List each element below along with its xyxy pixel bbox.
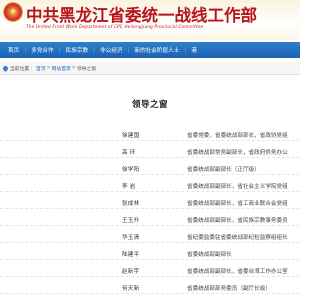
- leader-row: 徐学阳 省委统战部副部长（正厅级）: [0, 162, 300, 175]
- site-subtitle: The United Front Work Department of CPC …: [26, 24, 204, 29]
- leader-title: 省纪委监委驻省委统战部纪检监察组组长: [187, 235, 288, 241]
- nav-item-hk-macao-taiwan[interactable]: 港: [191, 46, 197, 54]
- leader-name[interactable]: 陆建平: [122, 250, 152, 258]
- leader-row: 李 岩 省委统战部副部长，省社会主义学院党组: [0, 179, 300, 192]
- main-nav: 首页 | 多党合作 | 民族宗教 | 非公经济 | 新的社会阶层人士 | 港: [0, 42, 300, 58]
- leader-row: 陆建平 省委统战部副部长: [0, 247, 300, 260]
- leader-title: 省委统战部副部长（正厅级）: [187, 167, 260, 173]
- leader-name[interactable]: 高 环: [122, 148, 152, 156]
- leader-title: 省委常委，省委统战部部长，省政协党组: [187, 133, 288, 139]
- leader-name[interactable]: 王玉升: [122, 216, 152, 224]
- page-title: 领导之窗: [131, 100, 168, 110]
- leader-name[interactable]: 张成林: [122, 199, 152, 207]
- nav-separator: |: [127, 46, 130, 54]
- leader-title: 省委统战部部务委员（副厅长级）: [187, 286, 271, 292]
- leader-title: 省委统战部副部长，省委台湾工作办公室: [187, 269, 288, 275]
- nav-separator: |: [184, 46, 187, 54]
- breadcrumb-home[interactable]: 首页: [36, 65, 46, 72]
- nav-item-home[interactable]: 首页: [8, 46, 19, 54]
- leader-name[interactable]: 何天新: [122, 284, 152, 292]
- breadcrumb: 当前位置： 首页 > 网站首页 > 领导之窗: [0, 62, 300, 75]
- site-header: ★ 中共黑龙江省委统一战线工作部 The United Front Work D…: [0, 0, 300, 40]
- leader-row: 张成林 省委统战部副部长，省工商业联合会党组: [0, 196, 300, 209]
- nav-item-multiparty-cooperation[interactable]: 多党合作: [31, 46, 53, 54]
- leader-row: 高 环 省委统战部常务副部长，省政府侨务办公: [0, 145, 300, 158]
- breadcrumb-current: 领导之窗: [76, 66, 97, 72]
- leader-row: 王玉升 省委统战部副部长，省民族宗教事务委员: [0, 213, 300, 226]
- leader-title: 省委统战部副部长，省社会主义学院党组: [187, 184, 288, 190]
- nav-separator: |: [93, 46, 96, 54]
- party-emblem-icon: ★: [4, 3, 22, 21]
- nav-item-ethnic-religion[interactable]: 民族宗教: [66, 46, 88, 54]
- nav-item-non-public-economy[interactable]: 非公经济: [100, 46, 122, 54]
- leader-title: 省委统战部常务副部长，省政府侨务办公: [187, 150, 288, 156]
- leader-title: 省委统战部副部长，省民族宗教事务委员: [187, 218, 288, 224]
- leader-row: 赵新宇 省委统战部副部长，省委台湾工作办公室: [0, 264, 300, 277]
- leader-title: 省委统战部副部长: [187, 252, 232, 258]
- nav-item-new-social-strata[interactable]: 新的社会阶层人士: [135, 46, 180, 54]
- breadcrumb-site-home[interactable]: 网站首页: [52, 65, 71, 72]
- leader-name[interactable]: 华玉清: [122, 233, 152, 241]
- breadcrumb-colon: ：: [30, 66, 36, 72]
- leader-row: 华玉清 省纪委监委驻省委统战部纪检监察组组长: [0, 230, 300, 243]
- breadcrumb-prefix: 当前位置: [10, 66, 30, 72]
- leader-name[interactable]: 赵新宇: [122, 267, 152, 275]
- leader-row: 徐建国 省委常委，省委统战部部长，省政协党组: [0, 128, 300, 141]
- nav-separator: |: [58, 46, 61, 54]
- location-pin-icon: [1, 64, 10, 72]
- leader-name[interactable]: 徐建国: [122, 131, 152, 139]
- site-title: 中共黑龙江省委统一战线工作部: [26, 6, 257, 25]
- leader-name[interactable]: 李 岩: [122, 182, 152, 190]
- leader-title: 省委统战部副部长，省工商业联合会党组: [187, 201, 288, 207]
- leader-row: 何天新 省委统战部部务委员（副厅长级）: [0, 281, 300, 294]
- leader-name[interactable]: 徐学阳: [122, 165, 152, 173]
- nav-separator: |: [24, 46, 27, 54]
- emblem-star: ★: [8, 7, 18, 17]
